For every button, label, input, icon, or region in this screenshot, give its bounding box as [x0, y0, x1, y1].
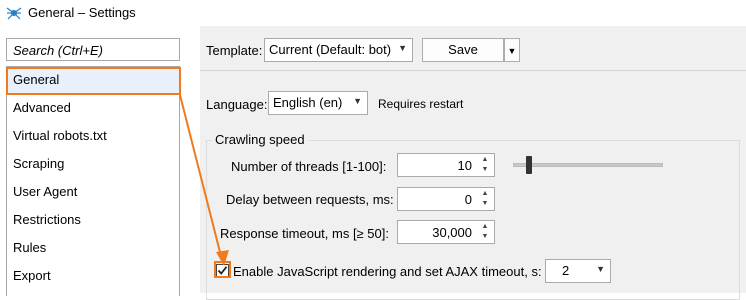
annotation-arrow-icon	[179, 94, 229, 266]
